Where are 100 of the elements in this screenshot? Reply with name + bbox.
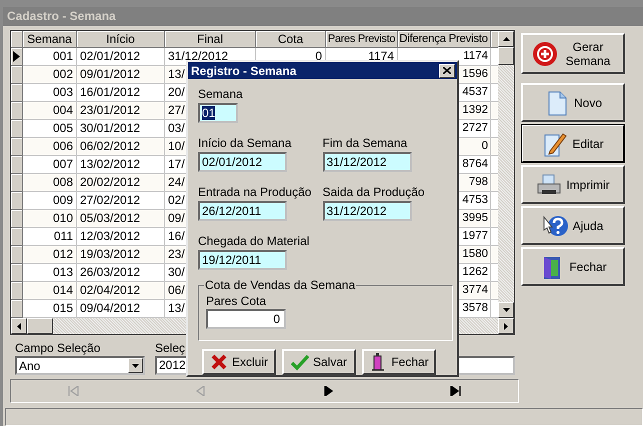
generate-button[interactable]: Gerar Semana [521, 33, 625, 74]
right-arrow-icon [504, 322, 508, 330]
table-cell: 02/ [168, 193, 185, 207]
new-button[interactable]: Novo [521, 83, 625, 122]
field-label: Pares Cota [206, 294, 268, 309]
save-button[interactable]: Salvar [282, 349, 356, 375]
table-cell: 1596 [462, 68, 488, 80]
help-button[interactable]: Ajuda [521, 206, 625, 245]
table-cell: 006 [52, 139, 73, 153]
table-cell: 011 [54, 229, 73, 243]
table-cell: 013 [52, 265, 73, 279]
plus-circle-icon [532, 40, 558, 66]
input-field[interactable]: 26/12/2011 [198, 201, 287, 221]
table-cell: 16/01/2012 [80, 85, 140, 99]
edit-button[interactable]: Editar [521, 124, 625, 163]
table-cell: 2727 [462, 122, 488, 134]
input-field[interactable]: 0 [206, 309, 286, 329]
field-dropdown[interactable]: Ano [15, 356, 145, 375]
table-cell: 16/ [168, 229, 185, 243]
scroll-thumb[interactable] [27, 318, 53, 334]
last-arrow-icon [448, 386, 461, 396]
vertical-scrollbar[interactable] [498, 31, 514, 318]
first-arrow-icon [68, 386, 80, 396]
table-cell: 27/02/2012 [80, 193, 140, 207]
down-arrow-icon [502, 308, 510, 312]
column-header[interactable]: Diferença Previsto [398, 31, 491, 48]
left-arrow-icon [195, 386, 208, 396]
table-cell: 010 [52, 211, 73, 225]
field-label: Início da Semana [198, 136, 292, 151]
table-cell: 002 [52, 67, 73, 81]
table-cell: 005 [52, 121, 73, 135]
table-cell: 014 [52, 283, 73, 297]
scroll-thumb[interactable] [498, 47, 514, 65]
scroll-down-button[interactable] [498, 302, 514, 318]
scroll-right-button[interactable] [498, 318, 514, 334]
left-arrow-icon [17, 322, 21, 330]
scroll-left-button[interactable] [11, 318, 27, 334]
scroll-up-button[interactable] [498, 31, 514, 47]
table-cell: 1262 [462, 266, 488, 278]
table-cell: 09/04/2012 [80, 301, 140, 315]
field-label: Semana [198, 87, 244, 102]
table-cell: 4537 [462, 86, 488, 98]
table-cell: 1392 [462, 104, 488, 116]
close-button[interactable]: Fechar [362, 349, 436, 375]
column-header[interactable]: Pares Previsto [326, 31, 398, 48]
table-cell: 09/ [168, 211, 185, 225]
column-header[interactable]: Final [165, 31, 256, 48]
table-cell: 8764 [462, 158, 488, 170]
document-pencil-icon [542, 130, 568, 156]
table-cell: 4753 [462, 194, 488, 206]
column-header [11, 31, 23, 48]
field-label: Saida da Produção [322, 185, 426, 200]
field-label: Fim da Semana [322, 136, 408, 151]
input-field[interactable]: 19/12/2011 [198, 250, 287, 270]
table-cell: 17/ [168, 157, 185, 171]
window-title: Cadastro - Semana [3, 7, 643, 26]
row-indicator[interactable] [11, 48, 23, 66]
table-cell: 03/ [168, 121, 185, 135]
checkmark-icon [290, 353, 309, 371]
delete-button[interactable]: Excluir [202, 349, 276, 375]
close-button[interactable] [439, 64, 455, 78]
close-icon [443, 67, 451, 74]
table-cell: 13/ [168, 301, 185, 315]
table-cell: 3578 [462, 302, 488, 314]
current-row-icon [13, 51, 20, 62]
column-header[interactable]: Cota [256, 31, 326, 48]
print-button[interactable]: Imprimir [521, 165, 625, 204]
table-cell: 09/01/2012 [80, 67, 140, 81]
close-button[interactable]: Fechar [521, 247, 625, 286]
field-label: Campo Seleção [15, 341, 102, 355]
table-cell: 007 [52, 157, 73, 171]
table-cell: 13/ [168, 67, 185, 81]
table-cell: 3995 [462, 212, 488, 224]
table-cell: 10/ [168, 139, 185, 153]
table-cell: 02/04/2012 [80, 283, 140, 297]
table-cell: 015 [52, 301, 73, 315]
table-cell: 1580 [462, 248, 488, 260]
table-cell: 0 [315, 49, 322, 63]
table-cell: 30/01/2012 [80, 121, 140, 135]
input-field[interactable]: 31/12/2012 [322, 152, 412, 172]
cross-icon [210, 353, 228, 371]
table-cell: 20/02/2012 [80, 175, 140, 189]
table-cell: 23/ [168, 247, 185, 261]
table-cell: 06/02/2012 [80, 139, 140, 153]
table-cell: 31/12/2012 [168, 49, 228, 63]
table-cell: 05/03/2012 [80, 211, 140, 225]
column-header[interactable] [491, 31, 498, 48]
table-cell: 30/ [168, 265, 185, 279]
up-arrow-icon [502, 37, 510, 41]
column-header[interactable]: Início [77, 31, 165, 48]
column-header[interactable]: Semana [23, 31, 77, 48]
table-cell: 06/ [168, 283, 185, 297]
table-cell: 19/03/2012 [80, 247, 140, 261]
input-field[interactable]: 02/01/2012 [198, 152, 287, 172]
right-arrow-icon [322, 386, 334, 396]
table-cell: 012 [52, 247, 73, 261]
table-cell: 1174 [463, 50, 488, 62]
input-field[interactable]: 31/12/2012 [322, 201, 412, 221]
field-label: Seleç [155, 341, 186, 355]
input-field[interactable]: 01 [198, 103, 238, 123]
